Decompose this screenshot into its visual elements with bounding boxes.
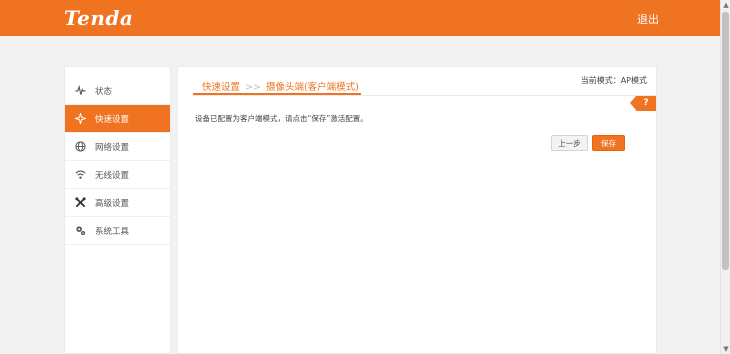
sidebar-item-network[interactable]: 网络设置: [65, 133, 170, 161]
sidebar-item-label: 状态: [95, 87, 113, 97]
sparkle-icon: [75, 113, 86, 124]
scroll-up-arrow-icon[interactable]: ▲: [722, 0, 730, 10]
sidebar-item-label: 网络设置: [95, 143, 130, 153]
status-message: 设备已配置为客户端模式，请点击“保存”激活配置。: [195, 114, 368, 123]
sidebar-nav: 状态 快速设置 网络设置 无线设置 高级设置 系统工具: [64, 66, 171, 354]
breadcrumb-current: 摄像头端(客户端模式): [265, 82, 359, 93]
scroll-down-arrow-icon[interactable]: ▼: [722, 344, 730, 354]
main-content-panel: 当前模式：AP模式 快速设置 >> 摄像头端(客户端模式) ? 设备已配置为客户端模…: [177, 66, 657, 354]
globe-icon: [75, 141, 86, 152]
gears-icon: [76, 226, 86, 236]
help-icon[interactable]: ?: [630, 96, 656, 111]
top-bar: Tenda 退出: [0, 0, 720, 36]
scrollbar-thumb[interactable]: [722, 12, 729, 270]
sidebar-item-advanced[interactable]: 高级设置: [65, 189, 170, 217]
previous-step-button[interactable]: 上一步: [551, 135, 588, 151]
page-scrollbar[interactable]: ▲ ▼: [720, 0, 730, 354]
tenda-logo: Tenda: [64, 6, 134, 30]
wifi-icon: [75, 170, 86, 179]
sidebar-item-system-tools[interactable]: 系统工具: [65, 217, 170, 245]
sidebar-item-status[interactable]: 状态: [65, 77, 170, 105]
breadcrumb-separator: >>: [245, 82, 261, 93]
sidebar-item-label: 高级设置: [95, 199, 130, 209]
current-mode-label: 当前模式：AP模式: [580, 76, 647, 85]
sidebar-item-label: 系统工具: [95, 227, 130, 237]
breadcrumb-divider: [193, 95, 657, 96]
breadcrumb-root[interactable]: 快速设置: [202, 82, 240, 93]
sidebar-item-label: 快速设置: [95, 115, 130, 125]
tools-icon: [75, 197, 86, 208]
logout-link[interactable]: 退出: [637, 11, 659, 27]
sidebar-item-quick-setup[interactable]: 快速设置: [65, 105, 170, 133]
sidebar-item-label: 无线设置: [95, 171, 130, 181]
sidebar-item-wireless[interactable]: 无线设置: [65, 161, 170, 189]
pulse-icon: [75, 85, 86, 95]
save-button[interactable]: 保存: [592, 135, 625, 151]
breadcrumb: 快速设置 >> 摄像头端(客户端模式): [202, 79, 359, 93]
